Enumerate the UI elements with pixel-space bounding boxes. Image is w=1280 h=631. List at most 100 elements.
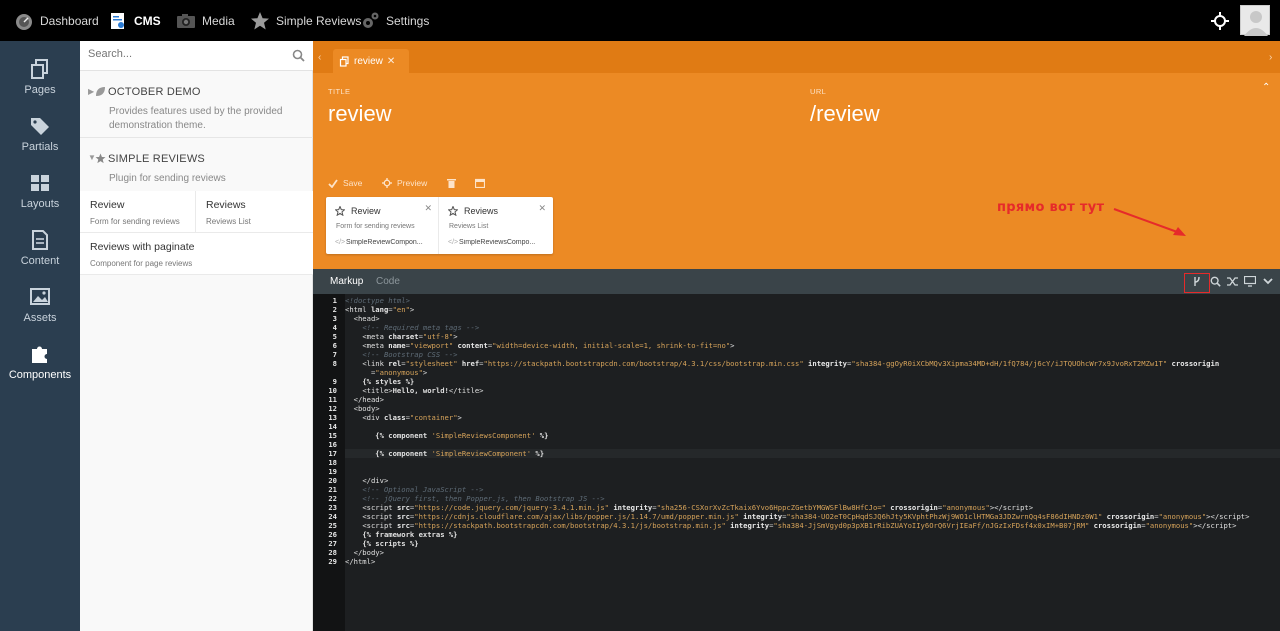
divider [80,137,313,138]
component-desc: Form for sending reviews [90,217,180,226]
save-button[interactable]: Save [328,178,362,188]
chevron-right-icon: ▶ [88,87,95,96]
nav-media-label: Media [202,13,235,28]
pages-icon [339,55,349,67]
crosshair-icon [382,178,392,188]
plugin-desc: Plugin for sending reviews [109,173,226,184]
search-input[interactable] [88,48,283,60]
shuffle-icon[interactable] [1227,276,1239,287]
attached-components: Review ✕ Form for sending reviews </> Si… [326,197,553,254]
document-icon [32,230,48,250]
components-panel: ▶ OCTOBER DEMO Provides features used by… [80,41,313,631]
nav-settings[interactable]: Settings [360,0,429,41]
code-editor[interactable]: 1 <!doctype html> 2 <html lang="en"> 3 <he… [313,294,1280,631]
component-name: Review [351,206,381,216]
nav-settings-label: Settings [386,13,430,28]
tabs-scroll-right-icon[interactable]: › [1269,52,1272,63]
nav-cms-label: CMS [134,13,161,28]
nav-simple-reviews[interactable]: Simple Reviews [250,0,361,41]
preview-button[interactable]: Preview [382,178,427,188]
chevron-up-icon[interactable]: ⌃ [1262,82,1270,93]
check-icon [328,178,338,188]
cms-icon [111,12,124,29]
sidebar-item-components[interactable]: Components [0,336,80,393]
component-title: Review [90,199,125,211]
tabs-scroll-left-icon[interactable]: ‹ [318,52,321,63]
title-input[interactable]: review [328,101,392,127]
url-input[interactable]: /review [810,101,880,127]
annotation-text: прямо вот тут [997,200,1105,215]
leaf-icon [96,87,105,96]
title-label: TITLE [328,87,351,96]
crosshair-icon[interactable] [1211,12,1229,30]
sidebar-item-pages[interactable]: Pages [0,51,80,108]
tags-icon [31,118,49,135]
sidebar-item-label: Components [8,369,72,381]
search-icon[interactable] [1210,276,1221,287]
sidebar-item-label: Layouts [20,198,60,210]
sidebar-item-partials[interactable]: Partials [0,108,80,165]
avatar[interactable] [1240,5,1270,36]
calendar-icon [475,178,485,188]
search-icon[interactable] [292,49,305,62]
tab-label: review [354,55,383,67]
nav-dashboard[interactable]: Dashboard [14,0,99,41]
camera-icon [177,13,195,28]
code-branch-icon[interactable] [1192,276,1202,287]
plugin-desc: Provides features used by the provided d… [109,106,283,131]
star-icon [448,206,458,216]
nav-simple-reviews-label: Simple Reviews [276,13,362,28]
star-icon [95,153,106,164]
chevron-down-icon[interactable] [1263,276,1273,287]
speedometer-icon [16,13,32,30]
sidebar-item-label: Partials [21,141,59,153]
component-class: SimpleReviewCompon... [346,239,423,246]
remove-component-icon[interactable]: ✕ [538,203,546,214]
search-bar [80,41,313,71]
preview-label: Preview [397,178,428,188]
tab-review[interactable]: review ✕ [333,49,409,73]
component-desc: Component for page reviews [90,259,193,268]
tab-markup[interactable]: Markup [330,276,363,287]
close-tab-icon[interactable]: ✕ [387,56,395,67]
nav-media[interactable]: Media [176,0,235,41]
component-tile-review[interactable]: Review Form for sending reviews [80,191,196,233]
star-icon [251,11,269,29]
page-editor: ‹ review ✕ › TITLE review URL /review ⌃ … [313,41,1280,631]
component-desc: Form for sending reviews [336,223,415,230]
nav-cms[interactable]: CMS [108,0,161,41]
delete-button[interactable] [447,178,461,188]
sidebar-item-label: Content [20,255,60,267]
component-tile-reviews[interactable]: Reviews Reviews List [196,191,313,233]
plugin-title: SIMPLE REVIEWS [108,153,205,165]
component-class: SimpleReviewsCompo... [459,239,536,246]
trash-icon [447,179,456,188]
annotation-arrow [1113,208,1186,236]
component-tile-reviews-with-paginate[interactable]: Reviews with paginate Component for page… [80,233,313,275]
cms-sidebar: Pages Partials Layouts Content Assets Co… [0,41,80,631]
sidebar-item-assets[interactable]: Assets [0,279,80,336]
code-icon: </> [335,239,346,246]
monitor-icon[interactable] [1244,276,1256,287]
code-icon: </> [448,239,459,246]
puzzle-icon [32,346,47,363]
component-name: Reviews [464,206,499,216]
pages-icon [31,59,48,79]
calendar-button[interactable] [475,178,490,188]
sidebar-item-label: Pages [24,84,56,96]
star-icon [335,206,345,216]
code-editor-toolbar: Markup Code [313,269,1280,294]
save-label: Save [343,178,363,188]
component-title: Reviews [206,199,246,211]
component-card-review[interactable]: Review ✕ Form for sending reviews </> Si… [326,197,439,254]
nav-dashboard-label: Dashboard [40,13,99,28]
component-desc: Reviews List [206,217,251,226]
component-card-reviews[interactable]: Reviews ✕ Reviews List </> SimpleReviews… [439,197,552,254]
sidebar-item-layouts[interactable]: Layouts [0,165,80,222]
tab-code[interactable]: Code [376,276,400,287]
remove-component-icon[interactable]: ✕ [424,203,432,214]
layouts-icon [31,175,49,191]
url-label: URL [810,87,827,96]
sidebar-item-label: Assets [23,312,57,324]
sidebar-item-content[interactable]: Content [0,222,80,279]
